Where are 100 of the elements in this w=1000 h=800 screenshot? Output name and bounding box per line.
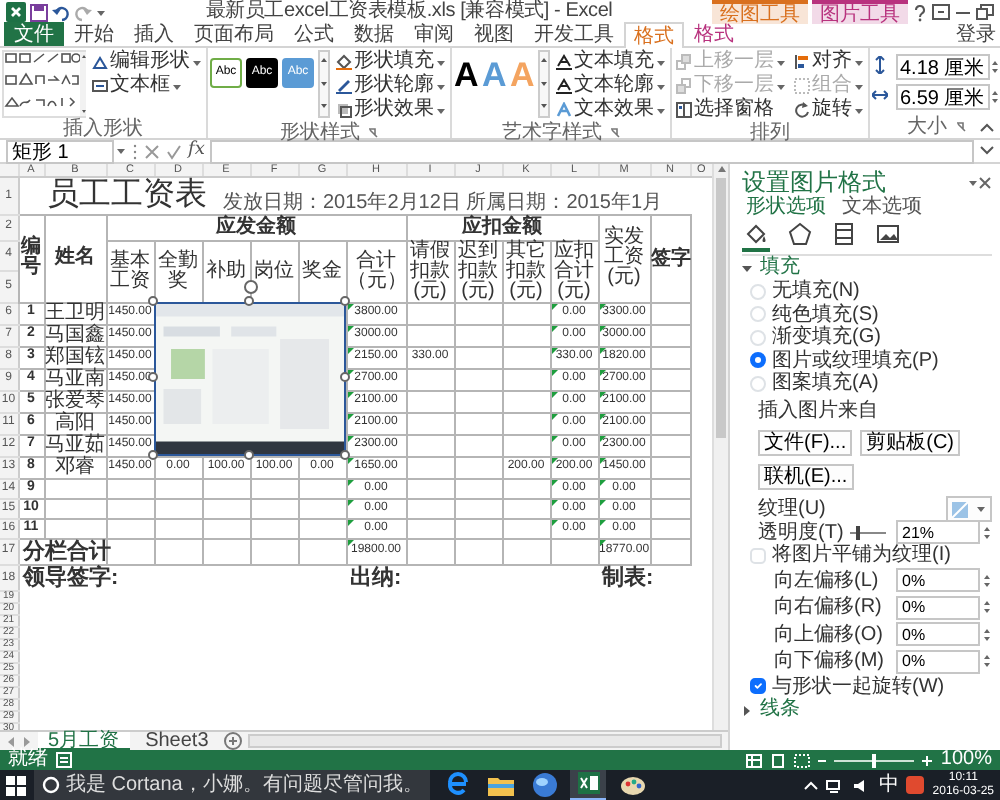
ribbon-button[interactable]: 文本填充 (554, 50, 668, 74)
page-break-icon[interactable] (794, 753, 811, 767)
insert-function-button[interactable]: fx (188, 140, 205, 162)
ribbon-button[interactable]: 形状轮廓 (334, 74, 448, 98)
dialog-launcher-icon[interactable] (368, 128, 378, 138)
field-label: 纹理(U) (758, 498, 826, 521)
ribbon-tab[interactable]: 公式 (284, 22, 344, 46)
name-box[interactable]: 矩形 1 (6, 139, 114, 163)
restore-icon[interactable] (976, 4, 994, 20)
checkbox[interactable] (750, 678, 766, 695)
source-button[interactable]: 文件(F)... (758, 430, 853, 456)
section-header[interactable]: 填充 (760, 256, 800, 280)
help-icon[interactable] (912, 3, 928, 21)
ribbon-tab[interactable]: 数据 (344, 22, 404, 46)
tray-app-icon[interactable] (906, 776, 925, 794)
ribbon-button[interactable]: 旋转 (792, 98, 866, 122)
rotate-handle[interactable] (243, 280, 257, 294)
previous-sheet-icon[interactable] (6, 735, 16, 747)
enter-icon[interactable] (166, 143, 182, 159)
ribbon-button[interactable]: 对齐 (792, 50, 866, 74)
windows-start-icon[interactable] (6, 775, 26, 795)
ribbon-button[interactable]: 选择窗格 (674, 98, 788, 122)
resize-handle[interactable] (339, 449, 349, 459)
input-method[interactable]: 中 (878, 773, 899, 797)
source-button[interactable]: 剪贴板(C) (860, 430, 960, 456)
shape-gallery[interactable] (2, 50, 86, 118)
offset-field[interactable]: 0% (896, 622, 980, 647)
ribbon-tab[interactable]: 页面布局 (184, 22, 284, 46)
slider-thumb[interactable] (872, 753, 877, 767)
section-header[interactable]: 线条 (760, 698, 800, 722)
ribbon-tab[interactable]: 开始 (64, 22, 124, 46)
normal-view-icon[interactable] (746, 753, 763, 767)
save-icon[interactable] (30, 3, 48, 21)
page-layout-icon[interactable] (770, 753, 787, 767)
spreadsheet-app-icon[interactable] (573, 768, 604, 798)
expand-icon[interactable] (980, 146, 994, 156)
network-icon[interactable] (826, 777, 845, 793)
horizontal-scrollbar[interactable] (248, 734, 722, 748)
scroll-up-icon[interactable] (715, 164, 727, 174)
radio-button[interactable] (750, 352, 766, 369)
ribbon-tab[interactable]: 开发工具 (524, 22, 624, 46)
zoom-level[interactable]: 100% (940, 750, 992, 770)
sheet-tab[interactable]: 5月工资 (38, 731, 130, 751)
pane-tab[interactable]: 形状选项 (742, 196, 830, 220)
height-field[interactable]: 4.18 厘米 (896, 54, 990, 80)
sign-in-link[interactable]: 登录 (956, 23, 996, 46)
undo-icon[interactable] (52, 3, 70, 21)
caret-icon (436, 81, 446, 91)
collapse-ribbon-icon[interactable] (980, 122, 994, 132)
zoom-in-icon[interactable] (922, 753, 933, 767)
sheet-tab[interactable]: Sheet3 (135, 731, 219, 751)
globe-icon[interactable] (529, 770, 560, 800)
resize-handle[interactable] (147, 449, 157, 459)
dialog-launcher-icon[interactable] (955, 122, 965, 132)
option-label: 无填充(N) (772, 280, 860, 303)
effects-icon (336, 102, 352, 118)
transparency-field[interactable]: 21% (896, 520, 980, 545)
gallery-scroll-icon[interactable] (538, 50, 550, 118)
signature-label: 出纳: (346, 565, 598, 592)
dialog-launcher-icon[interactable] (610, 128, 620, 138)
source-button[interactable]: 联机(E)... (758, 464, 854, 490)
macro-record-icon[interactable] (56, 752, 72, 768)
close-icon[interactable] (978, 175, 992, 189)
customize-caret-icon[interactable] (96, 7, 106, 17)
ribbon-button[interactable]: 形状效果 (334, 98, 448, 122)
ribbon-button[interactable]: 文本效果 (554, 98, 668, 122)
tray-chevron-icon[interactable] (804, 780, 819, 790)
slider-thumb[interactable] (855, 525, 860, 540)
resize-handle[interactable] (339, 295, 349, 305)
ribbon-tab[interactable]: 插入 (124, 22, 184, 46)
next-sheet-icon[interactable] (22, 735, 32, 747)
resize-handle[interactable] (243, 449, 253, 459)
offset-field[interactable]: 0% (896, 649, 980, 674)
ribbon-tab[interactable]: 审阅 (404, 22, 464, 46)
category-tab[interactable] (742, 220, 770, 252)
formula-field[interactable] (210, 139, 974, 163)
outline-pen-icon (336, 78, 352, 94)
ribbon-tab[interactable]: 视图 (464, 22, 524, 46)
align-icon (794, 54, 810, 70)
ribbon-button[interactable]: 文本框 (90, 74, 204, 98)
offset-field[interactable]: 0% (896, 568, 980, 593)
pane-menu-icon[interactable] (968, 177, 978, 187)
ribbon-button[interactable]: 文本轮廓 (554, 74, 668, 98)
cancel-icon[interactable] (144, 143, 160, 159)
ribbon-tab[interactable]: 文件 (4, 22, 64, 46)
ribbon-display-icon[interactable] (932, 4, 950, 20)
offset-field[interactable]: 0% (896, 595, 980, 620)
scroll-thumb[interactable] (716, 178, 726, 438)
resize-handle[interactable] (147, 295, 157, 305)
gallery-scroll-icon[interactable] (318, 50, 330, 118)
ribbon-button[interactable]: 编辑形状 (90, 50, 204, 74)
search-box[interactable]: 我是 Cortana，小娜。有问题尽管问我。 (34, 769, 431, 800)
vertical-scrollbar[interactable] (712, 164, 728, 730)
resize-handle[interactable] (339, 372, 349, 382)
wordart-swatch[interactable]: A (454, 56, 478, 96)
ribbon-button[interactable]: 形状填充 (334, 50, 448, 74)
add-sheet-icon[interactable] (224, 732, 243, 750)
pane-tab[interactable]: 文本选项 (838, 196, 926, 220)
ribbon-tab[interactable]: 格式 (684, 22, 744, 46)
width-field[interactable]: 6.59 厘米 (896, 84, 990, 110)
